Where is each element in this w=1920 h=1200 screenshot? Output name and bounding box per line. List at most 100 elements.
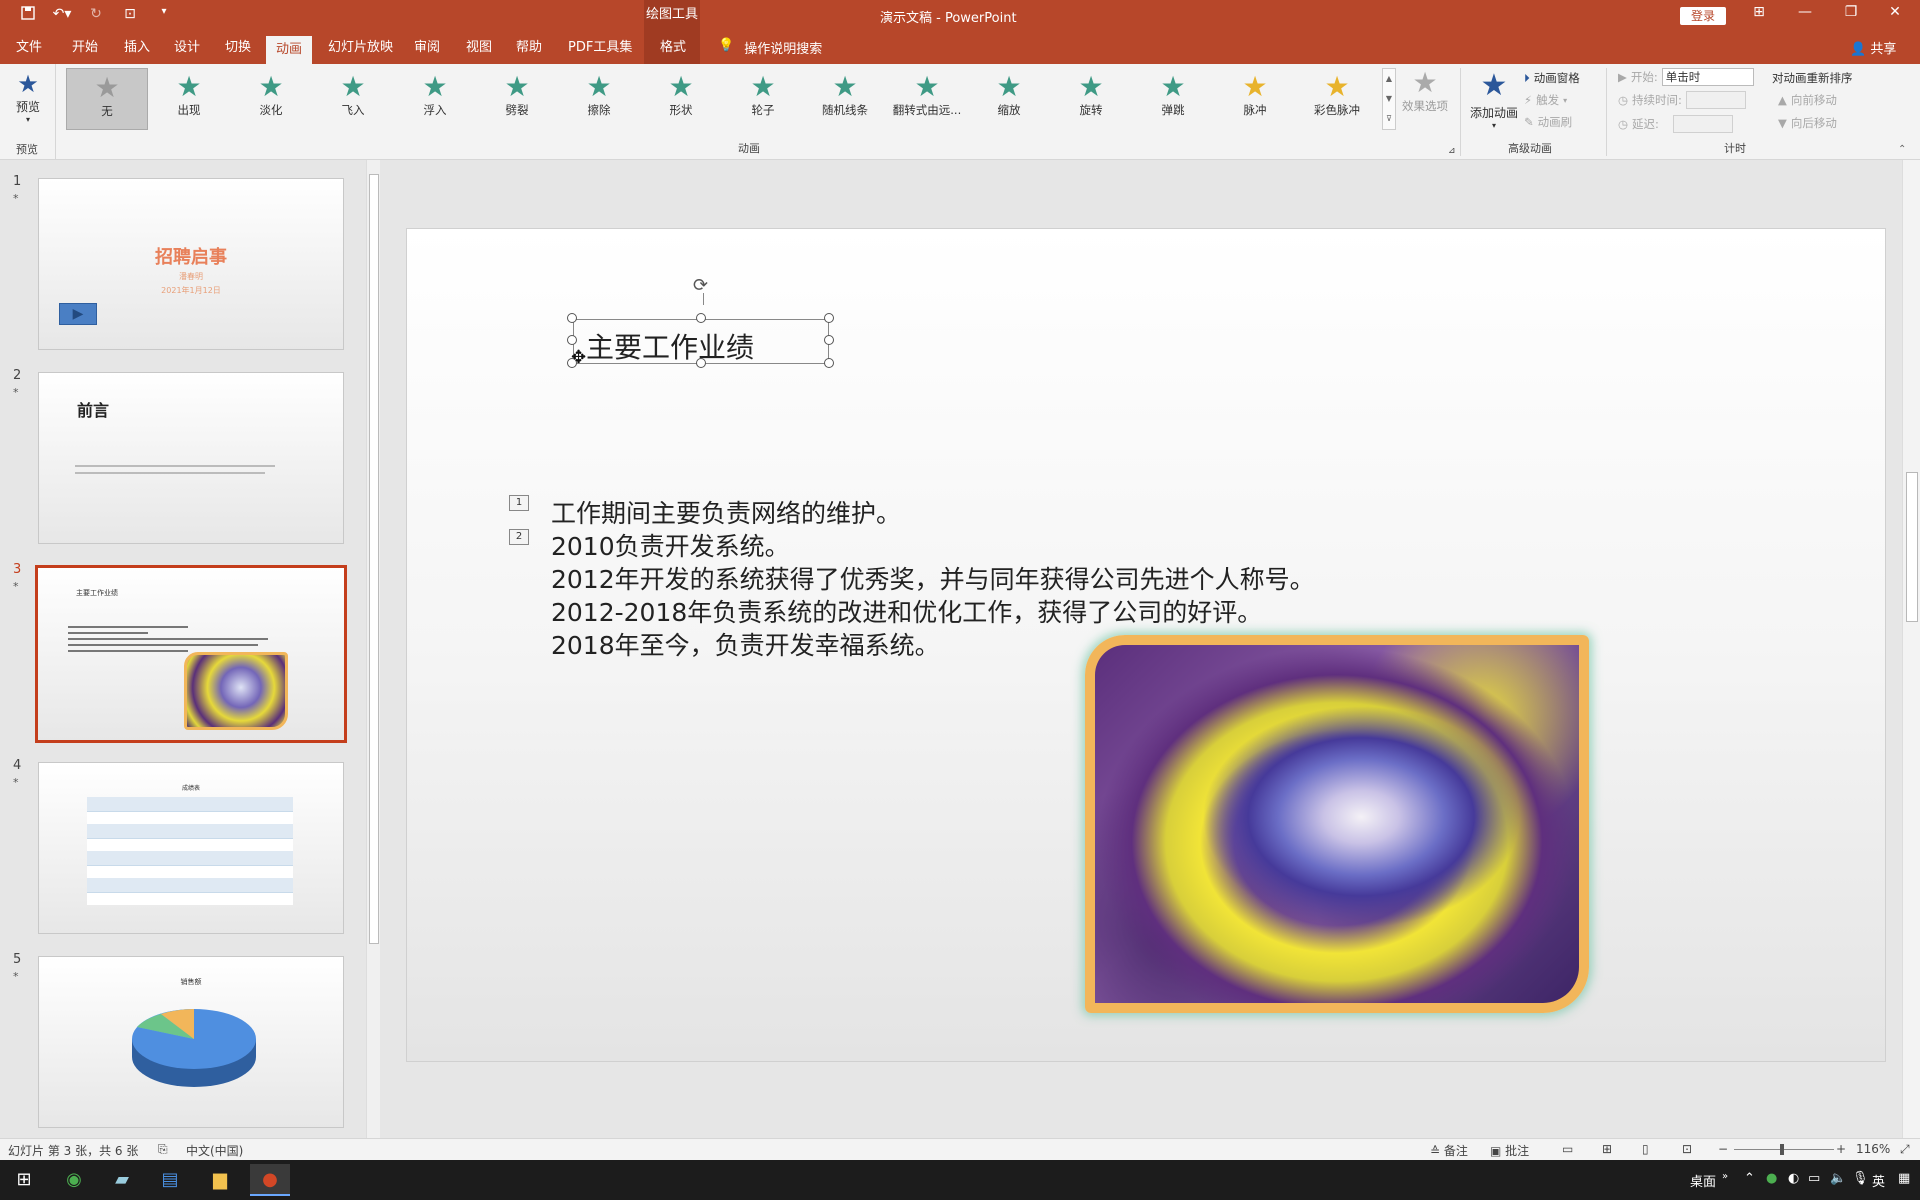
rotate-handle-icon[interactable]: ⟳ <box>693 275 708 296</box>
windows-start-icon[interactable]: ⊞ <box>4 1164 44 1196</box>
current-slide[interactable]: ⟳ 主要工作业绩 ✥ 1 2 工作期间主要负责网络的维护。 2010负责开发系统… <box>406 228 1886 1062</box>
tab-transitions[interactable]: 切换 <box>225 38 251 64</box>
resize-handle[interactable] <box>824 335 834 345</box>
slide-picture[interactable] <box>1085 635 1589 1013</box>
app-icon[interactable]: ▤ <box>150 1164 190 1196</box>
resize-handle[interactable] <box>824 358 834 368</box>
animation-effect-item[interactable]: ★ 翻转式由远... <box>886 68 968 130</box>
volume-icon[interactable]: 🔈 <box>1830 1171 1846 1186</box>
restore-button[interactable]: ❐ <box>1836 4 1866 20</box>
ribbon-display-options-icon[interactable]: ⊞ <box>1744 4 1774 20</box>
tab-pdf-tools[interactable]: PDF工具集 <box>568 38 632 64</box>
animation-effect-item[interactable]: ★ 无 <box>66 68 148 130</box>
tab-home[interactable]: 开始 <box>72 38 98 64</box>
slide-scrollbar[interactable] <box>1902 160 1920 1140</box>
animation-effect-item[interactable]: ★ 飞入 <box>312 68 394 130</box>
animation-dialog-launcher-icon[interactable]: ⊿ <box>1448 146 1456 156</box>
customize-qat-icon[interactable]: ▾ <box>154 6 174 24</box>
login-button[interactable]: 登录 <box>1680 7 1726 25</box>
comments-button[interactable]: ▣ 批注 <box>1490 1142 1529 1159</box>
animation-pane-button[interactable]: ⏵ 动画窗格 <box>1524 70 1580 86</box>
slide-thumbnail-3[interactable]: 主要工作业绩 <box>35 565 347 743</box>
trigger-button[interactable]: ⚡ 触发 ▾ <box>1524 92 1567 108</box>
tab-design[interactable]: 设计 <box>174 38 200 64</box>
slide-thumbnail-2[interactable]: 前言 <box>38 372 344 544</box>
animation-effect-item[interactable]: ★ 旋转 <box>1050 68 1132 130</box>
move-earlier-button[interactable]: ▲ 向前移动 <box>1778 92 1837 108</box>
tab-animations[interactable]: 动画 <box>266 36 313 64</box>
powerpoint-taskbar-icon[interactable]: ● <box>250 1164 290 1196</box>
normal-view-icon[interactable]: ▭ <box>1562 1142 1573 1156</box>
slide-sorter-icon[interactable]: ⊞ <box>1602 1142 1612 1156</box>
microphone-icon[interactable]: 🎙 <box>1852 1171 1869 1186</box>
file-explorer-icon[interactable]: ▆ <box>200 1164 240 1196</box>
tray-app-icon[interactable]: ◐ <box>1788 1171 1799 1186</box>
animation-painter-button[interactable]: ✎ 动画刷 <box>1524 114 1572 130</box>
network-icon[interactable]: ▭ <box>1808 1171 1820 1186</box>
zoom-slider-thumb[interactable] <box>1780 1144 1784 1155</box>
slide-scroll-thumb[interactable] <box>1906 472 1918 622</box>
zoom-slider[interactable] <box>1734 1149 1834 1150</box>
zoom-in-button[interactable]: + <box>1836 1142 1846 1156</box>
animation-effect-item[interactable]: ★ 弹跳 <box>1132 68 1214 130</box>
save-icon[interactable] <box>18 6 38 24</box>
slideshow-from-start-icon[interactable]: ⊡ <box>120 6 140 24</box>
slideshow-view-icon[interactable]: ⊡ <box>1682 1142 1692 1156</box>
animation-effect-item[interactable]: ★ 缩放 <box>968 68 1050 130</box>
animation-effect-item[interactable]: ★ 浮入 <box>394 68 476 130</box>
slide-thumbnail-4[interactable]: 成绩表 <box>38 762 344 934</box>
resize-handle[interactable] <box>824 313 834 323</box>
toolbar-overflow-icon[interactable]: » <box>1722 1171 1728 1182</box>
notepad-app-icon[interactable]: ▰ <box>102 1164 142 1196</box>
animation-effect-item[interactable]: ★ 脉冲 <box>1214 68 1296 130</box>
add-animation-button[interactable]: ★ 添加动画 ▾ <box>1468 68 1520 130</box>
resize-handle[interactable] <box>567 313 577 323</box>
effect-options-button[interactable]: ★ 效果选项 <box>1400 68 1450 114</box>
spellcheck-icon[interactable]: ⎘ <box>158 1142 168 1157</box>
animation-effect-item[interactable]: ★ 出现 <box>148 68 230 130</box>
tray-app-icon[interactable]: ● <box>1766 1171 1777 1186</box>
redo-icon[interactable]: ↻ <box>86 6 106 24</box>
share-button[interactable]: 👤 共享 <box>1850 38 1896 57</box>
calendar-icon[interactable]: ▦ <box>1898 1171 1910 1186</box>
resize-handle[interactable] <box>696 358 706 368</box>
close-button[interactable]: ✕ <box>1880 4 1910 20</box>
tab-slideshow[interactable]: 幻灯片放映 <box>328 38 393 64</box>
animation-effect-item[interactable]: ★ 劈裂 <box>476 68 558 130</box>
tab-review[interactable]: 审阅 <box>414 38 440 64</box>
browser-app-icon[interactable]: ◉ <box>54 1164 94 1196</box>
tray-expand-icon[interactable]: ⌃ <box>1744 1171 1755 1186</box>
animation-effect-item[interactable]: ★ 淡化 <box>230 68 312 130</box>
minimize-button[interactable]: — <box>1790 4 1820 20</box>
input-method-indicator[interactable]: 英 <box>1872 1171 1885 1190</box>
tab-file[interactable]: 文件 <box>16 38 42 64</box>
animation-order-tag[interactable]: 1 <box>509 495 529 511</box>
desktop-label[interactable]: 桌面 <box>1690 1171 1716 1190</box>
animation-effect-item[interactable]: ★ 轮子 <box>722 68 804 130</box>
slide-title[interactable]: 主要工作业绩 <box>586 326 754 366</box>
tell-me-search[interactable]: 💡 操作说明搜索 <box>718 38 822 57</box>
animation-effect-item[interactable]: ★ 形状 <box>640 68 722 130</box>
resize-handle[interactable] <box>567 335 577 345</box>
tab-help[interactable]: 帮助 <box>516 38 542 64</box>
resize-handle[interactable] <box>696 313 706 323</box>
tab-view[interactable]: 视图 <box>466 38 492 64</box>
collapse-ribbon-icon[interactable]: ⌃ <box>1898 144 1906 155</box>
thumbnail-scroll-thumb[interactable] <box>369 174 379 944</box>
thumbnail-scrollbar[interactable] <box>366 160 380 1140</box>
animation-effect-item[interactable]: ★ 随机线条 <box>804 68 886 130</box>
tab-format[interactable]: 格式 <box>660 38 686 64</box>
animation-effect-item[interactable]: ★ 擦除 <box>558 68 640 130</box>
zoom-out-button[interactable]: − <box>1718 1142 1728 1156</box>
reading-view-icon[interactable]: ▯ <box>1642 1142 1649 1156</box>
slide-thumbnail-1[interactable]: 招聘启事 潘春明 2021年1月12日 ▶ <box>38 178 344 350</box>
animation-order-tag[interactable]: 2 <box>509 529 529 545</box>
language-indicator[interactable]: 中文(中国) <box>186 1142 243 1159</box>
gallery-scroll-buttons[interactable]: ▲ ▼ ⊽ <box>1382 68 1396 130</box>
notes-button[interactable]: ≙ 备注 <box>1430 1142 1468 1159</box>
duration-input[interactable] <box>1685 91 1746 109</box>
tab-insert[interactable]: 插入 <box>124 38 150 64</box>
preview-button[interactable]: ★ 预览 ▾ <box>10 70 46 124</box>
animation-effect-item[interactable]: ★ 彩色脉冲 <box>1296 68 1378 130</box>
slide-thumbnail-5[interactable]: 销售额 <box>38 956 344 1128</box>
